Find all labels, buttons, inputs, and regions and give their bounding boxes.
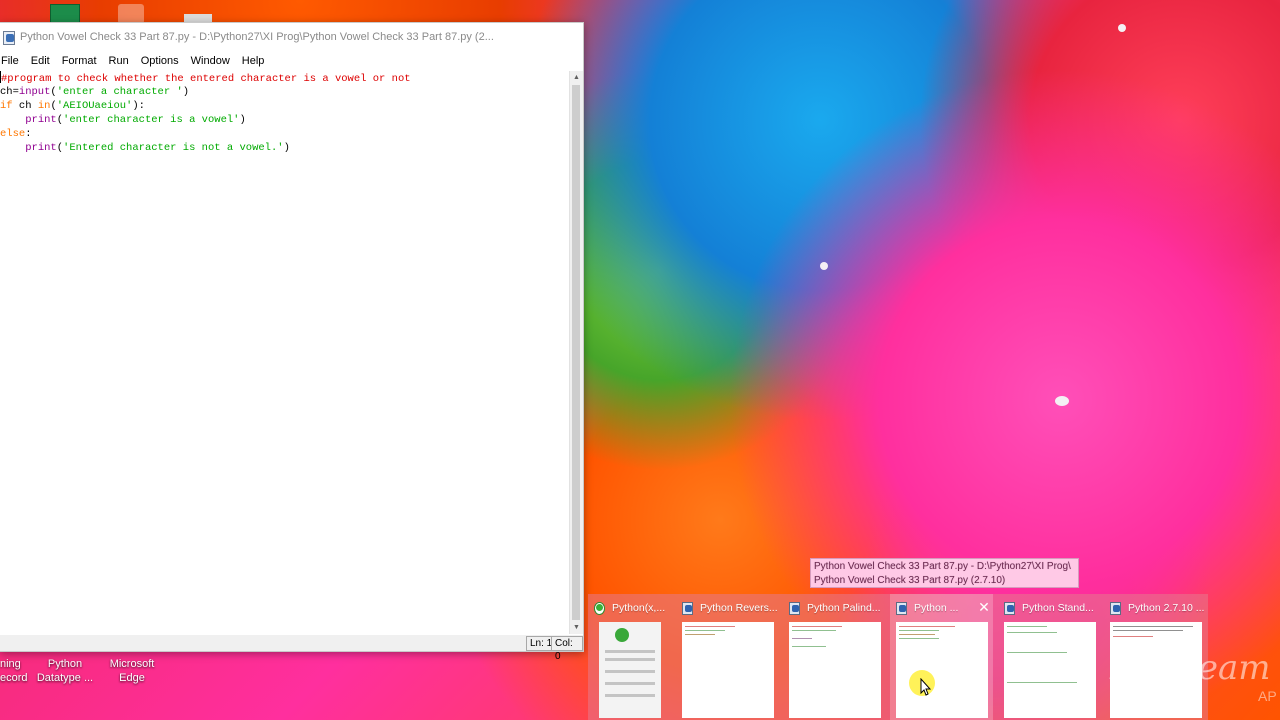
preview-title: Python Palind... bbox=[807, 602, 881, 614]
tooltip-line: Python Vowel Check 33 Part 87.py (2.7.10… bbox=[814, 575, 1006, 586]
desktop-icon-label: Datatype ... bbox=[36, 672, 94, 684]
preview-thumbnail bbox=[1004, 622, 1096, 718]
preview-title: Python Stand... bbox=[1022, 602, 1094, 614]
umbrella-hub bbox=[1055, 396, 1069, 406]
watermark: Icecream bbox=[1110, 648, 1271, 688]
desktop-icon-label: ecord bbox=[0, 672, 28, 684]
tooltip-line: Python Vowel Check 33 Part 87.py - D:\Py… bbox=[814, 561, 1071, 572]
code-line-1: #program to check whether the entered ch… bbox=[0, 71, 411, 85]
python-file-icon bbox=[2, 30, 16, 45]
desktop-icon-python-datatype[interactable]: Python Datatype ... bbox=[34, 657, 96, 685]
preview-title: Python 2.7.10 ... bbox=[1128, 602, 1205, 614]
status-col: Col: 0 bbox=[551, 636, 583, 662]
code-line-6: print('Entered character is not a vowel.… bbox=[25, 142, 290, 154]
preview-window-python-reverse[interactable]: Python Revers... bbox=[676, 594, 779, 720]
idle-editor-window[interactable]: Python Vowel Check 33 Part 87.py - D:\Py… bbox=[0, 22, 584, 662]
preview-thumbnail bbox=[682, 622, 774, 718]
code-line-4: print('enter character is a vowel') bbox=[25, 114, 246, 126]
vertical-scrollbar[interactable]: ▲ ▼ bbox=[569, 71, 583, 634]
python-file-icon bbox=[1004, 602, 1016, 615]
mouse-cursor-icon bbox=[920, 678, 932, 696]
umbrella-hub bbox=[1118, 24, 1126, 32]
python-shell-icon bbox=[1110, 602, 1122, 615]
menu-help[interactable]: Help bbox=[241, 55, 273, 67]
pythonxy-icon bbox=[594, 602, 606, 615]
preview-title: Python Revers... bbox=[700, 602, 778, 614]
desktop-icon-label: Microsoft bbox=[109, 658, 155, 670]
preview-thumbnail bbox=[599, 622, 661, 718]
desktop-icon-label: Edge bbox=[119, 672, 145, 684]
preview-title: Python(x,... bbox=[612, 602, 666, 614]
menu-edit[interactable]: Edit bbox=[30, 55, 58, 67]
preview-thumbnail bbox=[896, 622, 988, 718]
preview-window-python-standard[interactable]: Python Stand... bbox=[998, 594, 1101, 720]
python-file-icon bbox=[789, 602, 801, 615]
umbrella-hub bbox=[820, 262, 828, 270]
code-line-5: else: bbox=[0, 128, 32, 140]
code-line-3: if ch in('AEIOUaeiou'): bbox=[0, 100, 145, 112]
desktop-icon-recording[interactable]: ning ecord bbox=[0, 657, 34, 685]
python-file-icon bbox=[896, 602, 908, 615]
window-title: Python Vowel Check 33 Part 87.py - D:\Py… bbox=[20, 31, 494, 43]
menu-window[interactable]: Window bbox=[190, 55, 238, 67]
desktop-icon-microsoft-edge[interactable]: Microsoft Edge bbox=[102, 657, 162, 685]
preview-thumbnail bbox=[789, 622, 881, 718]
close-icon[interactable]: ✕ bbox=[977, 600, 991, 614]
desktop-icon-label: Python bbox=[47, 658, 83, 670]
scroll-down-arrow-icon[interactable]: ▼ bbox=[570, 621, 583, 634]
status-bar: Ln: 1 Col: 0 bbox=[0, 635, 583, 662]
code-editor[interactable]: #program to check whether the entered ch… bbox=[0, 71, 569, 634]
scroll-up-arrow-icon[interactable]: ▲ bbox=[570, 71, 583, 84]
taskbar-tooltip: Python Vowel Check 33 Part 87.py - D:\Py… bbox=[810, 558, 1079, 588]
menu-run[interactable]: Run bbox=[108, 55, 137, 67]
python-file-icon bbox=[682, 602, 694, 615]
window-titlebar[interactable]: Python Vowel Check 33 Part 87.py - D:\Py… bbox=[0, 23, 583, 51]
code-line-2: ch=input('enter a character ') bbox=[0, 86, 190, 98]
preview-window-python-palindrome[interactable]: Python Palind... bbox=[783, 594, 886, 720]
menu-format[interactable]: Format bbox=[61, 55, 105, 67]
preview-window-python-vowel[interactable]: Python ... ✕ bbox=[890, 594, 993, 720]
desktop-icon-top-2[interactable] bbox=[118, 4, 144, 24]
desktop-icon-label: ning bbox=[0, 658, 21, 670]
menu-file[interactable]: File bbox=[0, 55, 27, 67]
scrollbar-thumb[interactable] bbox=[572, 85, 580, 620]
watermark-sub: AP bbox=[1258, 688, 1277, 704]
preview-title: Python ... bbox=[914, 602, 959, 614]
menu-bar: File Edit Format Run Options Window Help bbox=[0, 51, 583, 71]
menu-options[interactable]: Options bbox=[140, 55, 187, 67]
